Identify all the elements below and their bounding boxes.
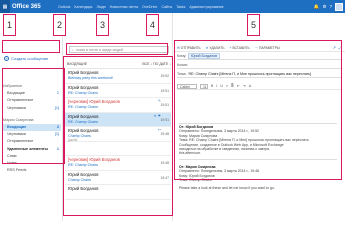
brand-logo: Office 365 (12, 3, 41, 10)
bell-icon[interactable]: 🔔 (314, 4, 320, 10)
new-message-button[interactable]: + Создать сообщение (4, 55, 48, 62)
nav-link-outlook[interactable]: Outlook (58, 5, 70, 9)
nav-link-calendar[interactable]: Календарь (74, 5, 92, 9)
nav-link-tasks[interactable]: Tasks (176, 5, 185, 9)
reply2-body1: Please take a look at these and let me k… (179, 185, 275, 190)
folder-label: RSS Feeds (7, 168, 27, 173)
avatar[interactable] (335, 2, 343, 11)
new-message-label: Создать сообщение (11, 56, 49, 61)
callout-3: 3 (96, 14, 109, 36)
nav-links: Outlook Календарь Люди Новостная лента O… (58, 5, 224, 9)
callout-5: 5 (247, 14, 260, 36)
highlight-folder-pane (2, 68, 65, 164)
top-icons: 🔔 ⚙ ? (314, 0, 343, 13)
top-navigation-bar: ▦ Office 365 Outlook Календарь Люди Ново… (0, 0, 345, 13)
nav-link-admin[interactable]: Администрирование (189, 5, 223, 9)
app-launcher-icon[interactable]: ▦ (0, 0, 10, 13)
callout-2: 2 (53, 14, 66, 36)
highlight-new-message (2, 40, 60, 53)
nav-link-people[interactable]: Люди (97, 5, 106, 9)
gear-icon[interactable]: ⚙ (322, 4, 326, 10)
highlight-reading-pane (174, 40, 342, 180)
highlight-message-list (63, 56, 173, 216)
nav-link-onedrive[interactable]: OneDrive (142, 5, 157, 9)
callout-4: 4 (146, 14, 159, 36)
callout-1: 1 (3, 14, 16, 36)
folder-item[interactable]: RSS Feeds (3, 167, 61, 174)
highlight-search (66, 43, 168, 55)
help-icon[interactable]: ? (329, 4, 332, 9)
nav-link-sites[interactable]: Сайты (161, 5, 172, 9)
nav-link-newsfeed[interactable]: Новостная лента (110, 5, 139, 9)
plus-icon: + (4, 55, 9, 61)
